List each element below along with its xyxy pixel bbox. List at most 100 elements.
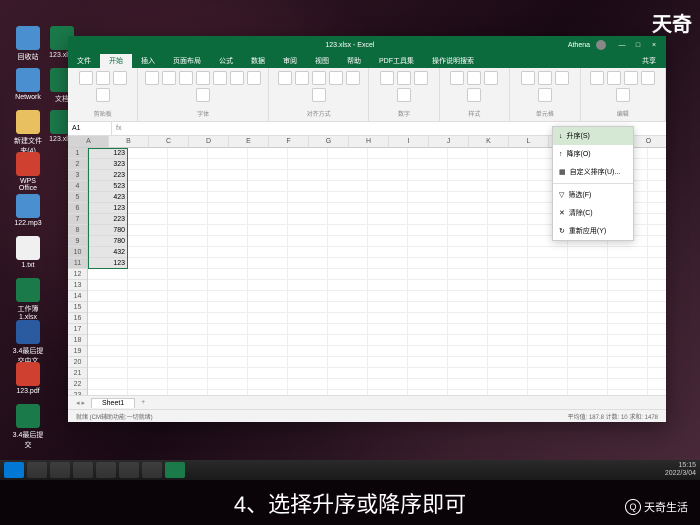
ribbon-button[interactable] [616,88,630,102]
row-header[interactable]: 12 [68,269,87,280]
row-header[interactable]: 15 [68,302,87,313]
row-header[interactable]: 21 [68,368,87,379]
ribbon-tab[interactable]: 帮助 [338,54,370,68]
add-sheet-button[interactable]: + [141,399,145,406]
desktop-icon[interactable]: 工作簿1.xlsx [12,278,44,321]
column-header[interactable]: A [69,136,109,147]
taskbar-item[interactable] [96,462,116,478]
taskbar-time[interactable]: 15:15 [665,462,696,470]
cell[interactable]: 780 [88,225,128,236]
ribbon-button[interactable] [467,71,481,85]
desktop-icon[interactable]: 122.mp3 [12,194,44,227]
cell[interactable]: 323 [88,159,128,170]
ribbon-button[interactable] [641,71,655,85]
row-header[interactable]: 10 [68,247,87,258]
dropdown-item[interactable]: ✕清除(C) [553,204,633,222]
column-header[interactable]: H [349,136,389,147]
ribbon-button[interactable] [145,71,159,85]
ribbon-button[interactable] [538,71,552,85]
desktop-icon[interactable]: 1.txt [12,236,44,269]
cell[interactable]: 432 [88,247,128,258]
row-header[interactable]: 22 [68,379,87,390]
ribbon-tab[interactable]: 公式 [210,54,242,68]
start-button[interactable] [4,462,24,478]
ribbon-button[interactable] [278,71,292,85]
desktop-icon[interactable]: 回收站 [12,26,44,62]
desktop-icon[interactable]: 3.4最后提交 [12,404,44,450]
ribbon-button[interactable] [467,88,481,102]
cell[interactable]: 123 [88,203,128,214]
column-header[interactable]: G [309,136,349,147]
ribbon-button[interactable] [213,71,227,85]
row-header[interactable]: 23 [68,390,87,395]
row-header[interactable]: 1 [68,148,87,159]
ribbon-button[interactable] [538,88,552,102]
row-header[interactable]: 20 [68,357,87,368]
ribbon-button[interactable] [196,88,210,102]
sheet-tab[interactable]: Sheet1 [91,398,135,408]
avatar[interactable] [596,40,606,50]
fx-icon[interactable]: fx [112,125,125,132]
row-header[interactable]: 19 [68,346,87,357]
cell[interactable]: 223 [88,214,128,225]
dropdown-item[interactable]: ↑降序(O) [553,145,633,163]
row-header[interactable]: 9 [68,236,87,247]
column-header[interactable]: F [269,136,309,147]
ribbon-button[interactable] [162,71,176,85]
cell[interactable]: 523 [88,181,128,192]
row-header[interactable]: 7 [68,214,87,225]
cell[interactable]: 780 [88,236,128,247]
ribbon-button[interactable] [113,71,127,85]
ribbon-button[interactable] [312,88,326,102]
close-button[interactable]: × [646,42,662,49]
titlebar[interactable]: 123.xlsx - Excel Athena — □ × [68,36,666,54]
column-header[interactable]: J [429,136,469,147]
taskbar-item[interactable] [142,462,162,478]
ribbon-tab[interactable]: 文件 [68,54,100,68]
ribbon-button[interactable] [484,71,498,85]
row-header[interactable]: 11 [68,258,87,269]
ribbon-button[interactable] [450,71,464,85]
column-header[interactable]: O [629,136,666,147]
minimize-button[interactable]: — [614,42,630,49]
ribbon-button[interactable] [230,71,244,85]
row-header[interactable]: 8 [68,225,87,236]
column-header[interactable]: E [229,136,269,147]
ribbon-button[interactable] [346,71,360,85]
dropdown-item[interactable]: ▽筛选(F) [553,186,633,204]
column-header[interactable]: L [509,136,549,147]
share-button[interactable]: 共享 [632,54,666,68]
row-header[interactable]: 6 [68,203,87,214]
ribbon-button[interactable] [397,71,411,85]
desktop-icon[interactable]: 123.pdf [12,362,44,395]
ribbon-button[interactable] [521,71,535,85]
ribbon-tab[interactable]: 操作说明搜索 [423,54,483,68]
name-box[interactable]: A1 [68,122,112,135]
ribbon-tab[interactable]: 视图 [306,54,338,68]
ribbon-button[interactable] [607,71,621,85]
column-header[interactable]: C [149,136,189,147]
row-header[interactable]: 17 [68,324,87,335]
taskbar-item[interactable] [50,462,70,478]
ribbon-tab[interactable]: 页面布局 [164,54,210,68]
row-header[interactable]: 18 [68,335,87,346]
taskbar-search[interactable] [27,462,47,478]
ribbon-button[interactable] [380,71,394,85]
desktop-icon[interactable]: Network [12,68,44,101]
ribbon-tab[interactable]: 开始 [100,54,132,68]
ribbon-button[interactable] [329,71,343,85]
ribbon-tab[interactable]: PDF工具集 [370,54,423,68]
ribbon-button[interactable] [624,71,638,85]
column-header[interactable]: D [189,136,229,147]
ribbon-button[interactable] [590,71,604,85]
dropdown-item[interactable]: ↓升序(S) [553,127,633,145]
taskbar-item[interactable] [73,462,93,478]
cell[interactable]: 123 [88,148,128,159]
row-header[interactable]: 16 [68,313,87,324]
column-header[interactable]: I [389,136,429,147]
column-header[interactable]: B [109,136,149,147]
ribbon-button[interactable] [96,71,110,85]
taskbar-item[interactable] [165,462,185,478]
cell[interactable]: 423 [88,192,128,203]
cell[interactable]: 223 [88,170,128,181]
